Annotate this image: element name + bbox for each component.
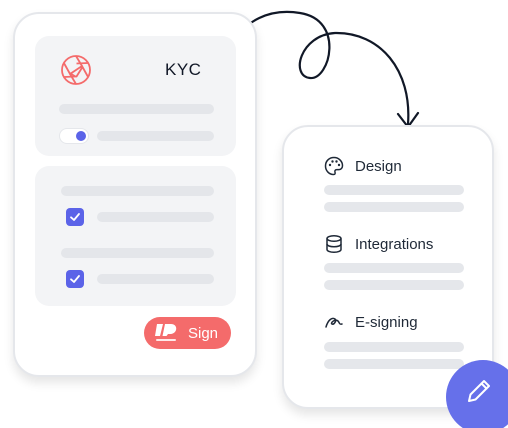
placeholder-bar — [324, 263, 464, 273]
sign-button[interactable]: Sign — [144, 317, 231, 349]
placeholder-bar — [97, 274, 214, 284]
kyc-title: KYC — [165, 60, 202, 79]
kyc-panel: KYC — [35, 36, 236, 156]
sign-button-label: Sign — [188, 324, 219, 342]
placeholder-bar — [324, 185, 464, 195]
placeholder-bar — [59, 104, 214, 114]
placeholder-bar — [61, 248, 214, 258]
checkbox-2[interactable] — [66, 270, 84, 288]
checkmark-icon — [70, 275, 80, 283]
feature-item-e-signing: E-signing — [324, 312, 418, 332]
feature-item-integrations: Integrations — [324, 234, 433, 254]
toggle-knob — [76, 131, 86, 141]
database-icon — [326, 234, 342, 254]
pencil-icon — [468, 380, 490, 402]
feature-item-design: Design — [324, 156, 402, 176]
palette-icon — [324, 156, 344, 176]
signature-icon — [325, 317, 343, 328]
kyc-card: KYC Sign — [13, 12, 257, 377]
feature-label-integrations: Integrations — [355, 235, 434, 253]
placeholder-bar — [324, 342, 464, 352]
brand-logo-icon — [155, 324, 177, 341]
checklist-panel — [35, 166, 236, 306]
placeholder-bar — [97, 212, 214, 222]
kyc-toggle[interactable] — [59, 128, 89, 144]
placeholder-bar — [324, 280, 464, 290]
placeholder-bar — [97, 131, 214, 141]
aperture-icon — [61, 55, 91, 85]
placeholder-bar — [324, 202, 464, 212]
placeholder-bar — [61, 186, 214, 196]
feature-label-e-signing: E-signing — [355, 313, 418, 331]
checkbox-1[interactable] — [66, 208, 84, 226]
feature-label-design: Design — [355, 157, 402, 175]
placeholder-bar — [324, 359, 464, 369]
checkmark-icon — [70, 213, 80, 221]
